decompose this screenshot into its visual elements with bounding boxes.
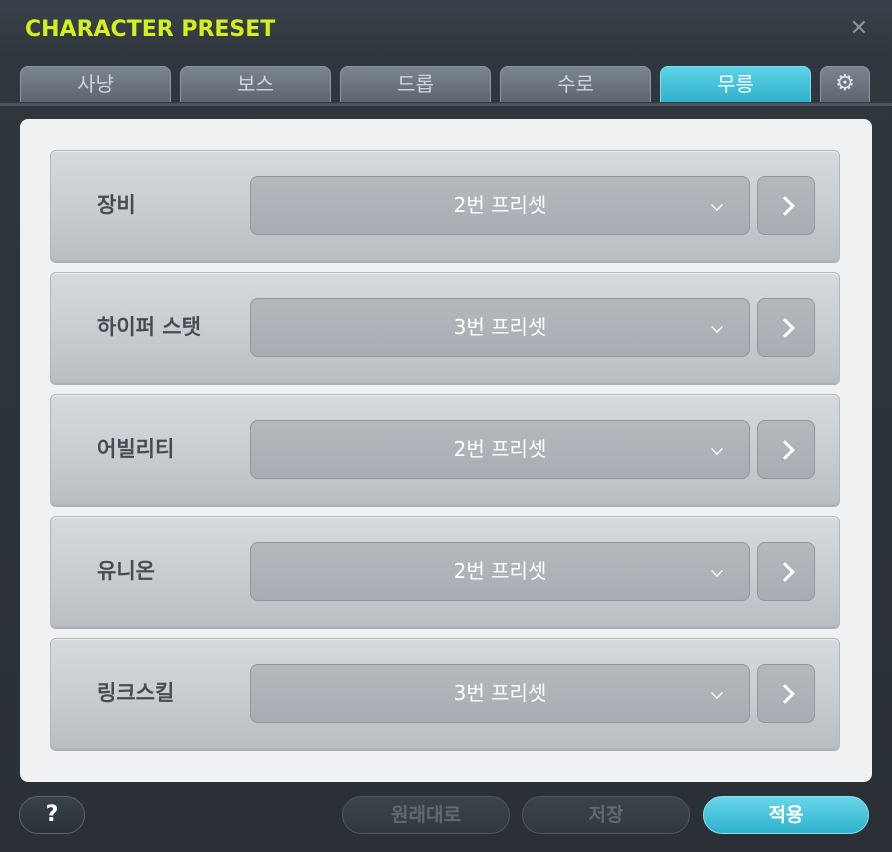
select-value: 3번 프리셋 [453,315,547,339]
reset-button[interactable]: 원래대로 [342,796,510,834]
row-label: 링크스킬 [97,681,175,705]
save-button[interactable]: 저장 [522,796,690,834]
preset-panel: 장비 2번 프리셋 하이퍼 스탯 3번 프리셋 어빌리티 2번 프리셋 유니온 … [20,119,872,782]
tab-bar: 사냥 보스 드롭 수로 무릉 ⚙ [20,66,872,104]
chevron-right-icon [775,684,795,704]
gear-icon: ⚙ [835,71,855,96]
preset-select[interactable]: 3번 프리셋 [250,664,750,723]
open-preset-button[interactable] [757,542,815,601]
select-value: 2번 프리셋 [453,559,547,583]
close-icon[interactable]: ✕ [848,18,870,40]
chevron-right-icon [775,440,795,460]
row-label: 유니온 [97,559,155,583]
row-label: 장비 [97,193,136,217]
open-preset-button[interactable] [757,420,815,479]
character-preset-window: CHARACTER PRESET ✕ 사냥 보스 드롭 수로 무릉 ⚙ 장비 2… [0,0,892,852]
tab-drop[interactable]: 드롭 [340,66,491,102]
select-value: 2번 프리셋 [453,193,547,217]
tab-boss[interactable]: 보스 [180,66,331,102]
preset-select[interactable]: 2번 프리셋 [250,542,750,601]
chevron-right-icon [775,562,795,582]
row-label: 하이퍼 스탯 [97,315,201,339]
chevron-right-icon [775,318,795,338]
preset-row-ability: 어빌리티 2번 프리셋 [50,394,840,505]
apply-button[interactable]: 적용 [703,796,869,834]
tab-hunting[interactable]: 사냥 [20,66,171,102]
preset-row-hyper-stat: 하이퍼 스탯 3번 프리셋 [50,272,840,383]
row-label: 어빌리티 [97,437,175,461]
open-preset-button[interactable] [757,176,815,235]
preset-row-link-skill: 링크스킬 3번 프리셋 [50,638,840,749]
preset-row-union: 유니온 2번 프리셋 [50,516,840,627]
preset-select[interactable]: 2번 프리셋 [250,176,750,235]
tab-divider [0,103,892,106]
settings-tab[interactable]: ⚙ [820,66,870,102]
chevron-right-icon [775,196,795,216]
tab-suro[interactable]: 수로 [500,66,651,102]
help-button[interactable]: ? [19,796,85,834]
window-title: CHARACTER PRESET [25,17,276,42]
select-value: 2번 프리셋 [453,437,547,461]
open-preset-button[interactable] [757,298,815,357]
preset-row-equipment: 장비 2번 프리셋 [50,150,840,261]
select-value: 3번 프리셋 [453,681,547,705]
open-preset-button[interactable] [757,664,815,723]
tab-mureung[interactable]: 무릉 [660,66,811,102]
preset-select[interactable]: 3번 프리셋 [250,298,750,357]
preset-select[interactable]: 2번 프리셋 [250,420,750,479]
